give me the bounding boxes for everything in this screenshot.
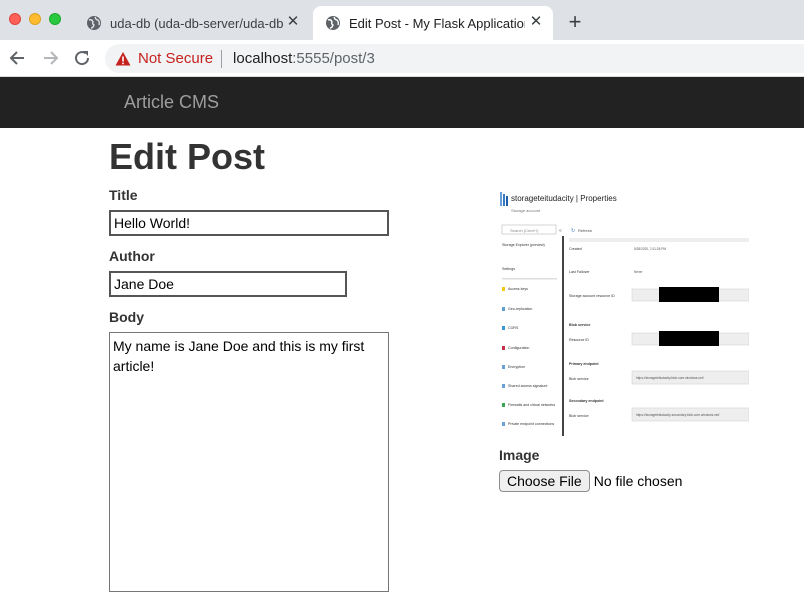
- preview-value: Never: [634, 270, 643, 274]
- author-input[interactable]: [109, 271, 347, 297]
- choose-file-button[interactable]: Choose File: [499, 470, 590, 492]
- url-path: :5555/post/3: [292, 50, 375, 67]
- preview-menu-item: Encryption: [508, 365, 525, 369]
- svg-text:«: «: [559, 228, 562, 234]
- tab-title: Edit Post - My Flask Application: [349, 15, 525, 31]
- preview-value: https://storageteitudacity-secondary.blo…: [636, 413, 720, 417]
- preview-prop: Blob service: [569, 414, 589, 418]
- preview-menu-item: Settings: [502, 267, 515, 271]
- globe-icon: [87, 16, 101, 30]
- preview-value: https://storageteitudacity.blob.core.win…: [636, 376, 704, 380]
- url-text: localhost:5555/post/3: [233, 50, 375, 67]
- back-arrow-icon[interactable]: [8, 48, 28, 68]
- preview-prop: Blob service: [569, 377, 589, 381]
- forward-arrow-icon[interactable]: [40, 48, 60, 68]
- preview-prop: Storage account resource ID: [569, 294, 615, 298]
- svg-text:↻: ↻: [571, 228, 575, 234]
- preview-menu-item: Storage Explorer (preview): [502, 243, 545, 247]
- preview-prop: Last Failover: [569, 270, 590, 274]
- address-bar[interactable]: Not Secure localhost:5555/post/3: [105, 44, 804, 73]
- close-window-button[interactable]: [9, 13, 21, 25]
- security-status[interactable]: Not Secure: [138, 50, 213, 67]
- preview-refresh: Refresh: [578, 228, 592, 233]
- reload-icon[interactable]: [72, 48, 92, 68]
- browser-toolbar: Not Secure localhost:5555/post/3: [0, 40, 804, 77]
- image-label: Image: [499, 447, 540, 463]
- preview-menu-item: Geo-replication: [508, 307, 532, 311]
- preview-prop: Resource ID: [569, 338, 589, 342]
- divider: [221, 49, 223, 68]
- preview-menu-item: Shared access signature: [508, 384, 548, 388]
- title-label: Title: [109, 187, 138, 203]
- preview-prop: Created: [569, 247, 582, 251]
- body-textarea[interactable]: My name is Jane Doe and this is my first…: [109, 332, 389, 592]
- page-title: Edit Post: [109, 136, 266, 177]
- body-label: Body: [109, 309, 144, 325]
- file-status: No file chosen: [593, 473, 683, 489]
- preview-menu-item: CORS: [508, 326, 519, 330]
- preview-menu-item: Firewalls and virtual networks: [508, 403, 555, 407]
- preview-prop: Blob service: [569, 323, 590, 327]
- warning-icon: [115, 51, 131, 65]
- preview-subheader: Storage account: [511, 208, 541, 213]
- preview-prop: Secondary endpoint: [569, 399, 604, 403]
- preview-menu-item: Configuration: [508, 346, 529, 350]
- preview-header: storageteitudacity | Properties: [511, 194, 617, 203]
- preview-prop: Primary endpoint: [569, 362, 599, 366]
- globe-icon: [326, 16, 340, 30]
- preview-menu-item: Access keys: [508, 287, 528, 291]
- browser-tabstrip: uda-db (uda-db-server/uda-db ✕ Edit Post…: [0, 0, 804, 40]
- tab-title: uda-db (uda-db-server/uda-db: [110, 15, 284, 31]
- post-image-preview: storageteitudacity | Properties Storage …: [499, 184, 749, 438]
- file-input[interactable]: Choose File No file chosen: [499, 470, 682, 492]
- new-tab-button[interactable]: +: [565, 11, 585, 33]
- maximize-window-button[interactable]: [49, 13, 61, 25]
- preview-value: 5/28/2020, 2:11:28 PM: [634, 247, 666, 251]
- app-navbar: Article CMS: [0, 77, 804, 128]
- minimize-window-button[interactable]: [29, 13, 41, 25]
- preview-search: Search (Cmd+/): [510, 228, 539, 233]
- tab-uda-db[interactable]: uda-db (uda-db-server/uda-db ✕: [74, 6, 310, 40]
- preview-menu-item: Private endpoint connections: [508, 422, 554, 426]
- author-label: Author: [109, 248, 155, 264]
- close-tab-icon[interactable]: ✕: [286, 14, 300, 29]
- title-input[interactable]: [109, 210, 389, 236]
- tab-edit-post[interactable]: Edit Post - My Flask Application ✕: [313, 6, 553, 40]
- navbar-brand[interactable]: Article CMS: [124, 92, 219, 113]
- close-tab-icon[interactable]: ✕: [529, 14, 543, 29]
- url-host: localhost: [233, 50, 293, 67]
